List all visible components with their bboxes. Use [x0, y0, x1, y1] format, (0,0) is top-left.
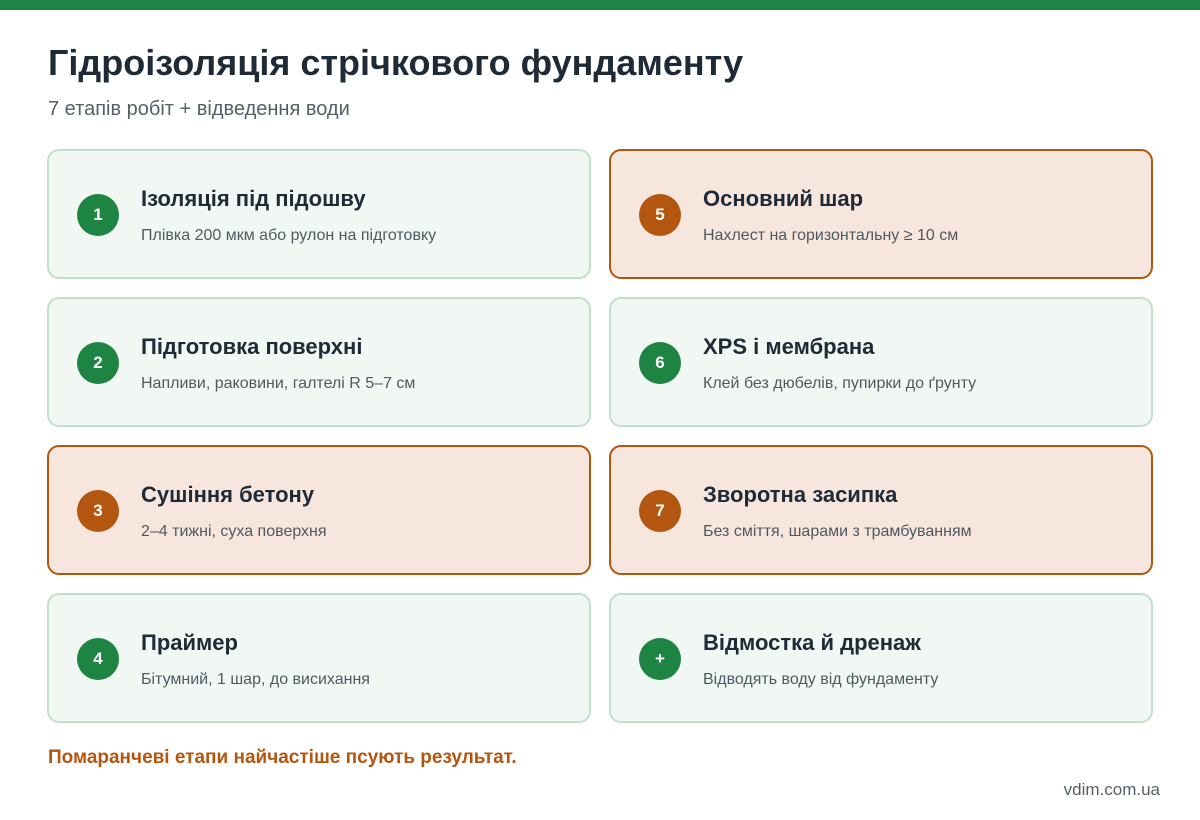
- step-card: 1 Ізоляція під підошву Плівка 200 мкм аб…: [47, 149, 591, 279]
- step-description: Напливи, раковини, галтелі R 5–7 см: [141, 375, 416, 392]
- step-number-badge: 5: [639, 194, 681, 236]
- step-title: Основний шар: [703, 186, 864, 211]
- step-card: + Відмостка й дренаж Відводять воду від …: [609, 593, 1153, 723]
- step-title: Зворотна засипка: [703, 482, 898, 507]
- step-description: Клей без дюбелів, пупирки до ґрунту: [703, 375, 977, 392]
- site-url: vdim.com.ua: [1063, 780, 1160, 799]
- step-number-badge: 7: [639, 490, 681, 532]
- page-title: Гідроізоляція стрічкового фундаменту: [48, 42, 744, 83]
- step-card: 6 XPS і мембрана Клей без дюбелів, пупир…: [609, 297, 1153, 427]
- step-card: 3 Сушіння бетону 2–4 тижні, суха поверхн…: [47, 445, 591, 575]
- step-title: Сушіння бетону: [141, 482, 315, 507]
- steps-grid: 1 Ізоляція під підошву Плівка 200 мкм аб…: [47, 149, 1153, 723]
- step-title: Ізоляція під підошву: [141, 186, 366, 211]
- step-title: Відмостка й дренаж: [703, 630, 921, 655]
- step-card: 4 Праймер Бітумний, 1 шар, до висихання: [47, 593, 591, 723]
- step-title: XPS і мембрана: [703, 334, 875, 359]
- step-number-badge: 4: [77, 638, 119, 680]
- top-accent-bar: [0, 0, 1200, 10]
- step-description: 2–4 тижні, суха поверхня: [141, 523, 327, 540]
- step-description: Плівка 200 мкм або рулон на підготовку: [141, 227, 437, 244]
- step-title: Праймер: [141, 630, 238, 655]
- step-description: Нахлест на горизонтальну ≥ 10 см: [703, 227, 959, 244]
- step-title: Підготовка поверхні: [141, 334, 363, 359]
- step-description: Відводять воду від фундаменту: [703, 671, 939, 688]
- step-description: Без сміття, шарами з трамбуванням: [703, 523, 972, 540]
- step-number-badge: 1: [77, 194, 119, 236]
- page-subtitle: 7 етапів робіт + відведення води: [48, 98, 350, 120]
- step-card: 5 Основний шар Нахлест на горизонтальну …: [609, 149, 1153, 279]
- step-number-badge: 2: [77, 342, 119, 384]
- step-card: 7 Зворотна засипка Без сміття, шарами з …: [609, 445, 1153, 575]
- step-number-badge: +: [639, 638, 681, 680]
- footer-note: Помаранчеві етапи найчастіше псують резу…: [48, 747, 517, 768]
- step-number-badge: 3: [77, 490, 119, 532]
- step-card: 2 Підготовка поверхні Напливи, раковини,…: [47, 297, 591, 427]
- step-number-badge: 6: [639, 342, 681, 384]
- step-description: Бітумний, 1 шар, до висихання: [141, 671, 370, 688]
